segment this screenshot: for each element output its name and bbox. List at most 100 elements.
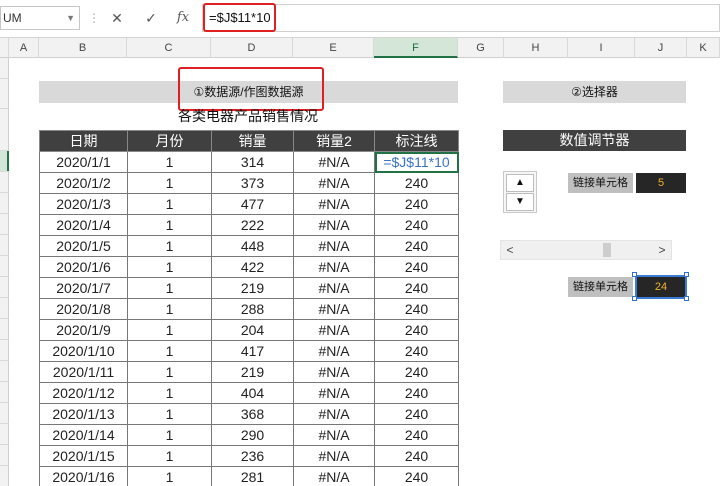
cell-sales2[interactable]: #N/A [293, 424, 375, 446]
cell-sales[interactable]: 204 [211, 319, 294, 341]
cell-sales[interactable]: 373 [211, 172, 294, 194]
cell-date[interactable]: 2020/1/10 [39, 340, 128, 362]
cell-sales2[interactable]: #N/A [293, 235, 375, 257]
column-header-b[interactable]: B [39, 38, 127, 58]
cell-month[interactable]: 1 [127, 235, 212, 257]
header-sales[interactable]: 销量 [211, 130, 294, 152]
cell-date[interactable]: 2020/1/12 [39, 382, 128, 404]
cell-marker-line[interactable]: 240 [374, 193, 459, 215]
cell-date[interactable]: 2020/1/1 [39, 151, 128, 173]
cell-sales[interactable]: 281 [211, 466, 294, 486]
scroll-thumb[interactable] [603, 243, 611, 257]
header-date[interactable]: 日期 [39, 130, 128, 152]
cell-sales[interactable]: 477 [211, 193, 294, 215]
cell-sales2[interactable]: #N/A [293, 319, 375, 341]
cell-sales2[interactable]: #N/A [293, 466, 375, 486]
cell-marker-line[interactable]: 240 [374, 424, 459, 446]
cell-marker-line[interactable]: 240 [374, 361, 459, 383]
cell-sales2[interactable]: #N/A [293, 151, 375, 173]
column-header-j[interactable]: J [635, 38, 687, 58]
cell-date[interactable]: 2020/1/2 [39, 172, 128, 194]
cell-marker-line[interactable]: 240 [374, 319, 459, 341]
spin-down-icon[interactable]: ▼ [506, 193, 534, 211]
cell-month[interactable]: 1 [127, 424, 212, 446]
header-sales2[interactable]: 销量2 [293, 130, 375, 152]
header-marker-line[interactable]: 标注线 [374, 130, 459, 152]
cell-sales2[interactable]: #N/A [293, 193, 375, 215]
column-header-c[interactable]: C [127, 38, 211, 58]
cell-sales[interactable]: 222 [211, 214, 294, 236]
column-header-h[interactable]: H [504, 38, 568, 58]
cell-month[interactable]: 1 [127, 319, 212, 341]
spin-button-control[interactable]: ▲ ▼ [503, 171, 537, 213]
column-header-e[interactable]: E [293, 38, 374, 58]
column-header-k[interactable]: K [687, 38, 720, 58]
cell-marker-line[interactable]: 240 [374, 466, 459, 486]
cell-date[interactable]: 2020/1/8 [39, 298, 128, 320]
cell-month[interactable]: 1 [127, 277, 212, 299]
insert-function-icon[interactable]: fx [172, 8, 194, 28]
link-cell-value-1[interactable]: 5 [636, 173, 686, 193]
cell-marker-line[interactable]: 240 [374, 256, 459, 278]
column-header-f[interactable]: F [374, 38, 458, 58]
chevron-down-icon[interactable]: ▼ [66, 7, 75, 29]
cell-marker-line[interactable]: 240 [374, 403, 459, 425]
cell-sales[interactable]: 314 [211, 151, 294, 173]
column-header-g[interactable]: G [458, 38, 504, 58]
resize-handle[interactable] [684, 272, 689, 277]
row-header-gutter[interactable] [0, 58, 9, 486]
cell-sales[interactable]: 236 [211, 445, 294, 467]
cell-month[interactable]: 1 [127, 361, 212, 383]
cell-marker-line[interactable]: 240 [374, 340, 459, 362]
column-header-i[interactable]: I [568, 38, 635, 58]
cell-sales[interactable]: 219 [211, 361, 294, 383]
cell-month[interactable]: 1 [127, 445, 212, 467]
resize-handle[interactable] [684, 296, 689, 301]
cell-month[interactable]: 1 [127, 172, 212, 194]
scrollbar-control[interactable]: < > [500, 240, 672, 260]
cell-marker-line[interactable]: 240 [374, 277, 459, 299]
cancel-icon[interactable]: ✕ [106, 8, 128, 28]
cell-date[interactable]: 2020/1/14 [39, 424, 128, 446]
cell-date[interactable]: 2020/1/3 [39, 193, 128, 215]
cell-sales2[interactable]: #N/A [293, 277, 375, 299]
column-header-a[interactable]: A [9, 38, 39, 58]
check-icon[interactable]: ✓ [140, 8, 162, 28]
cell-sales[interactable]: 219 [211, 277, 294, 299]
scroll-right-icon[interactable]: > [655, 241, 669, 259]
cell-month[interactable]: 1 [127, 214, 212, 236]
resize-handle[interactable] [632, 272, 637, 277]
cell-sales[interactable]: 368 [211, 403, 294, 425]
cell-sales2[interactable]: #N/A [293, 403, 375, 425]
cell-date[interactable]: 2020/1/4 [39, 214, 128, 236]
cell-date[interactable]: 2020/1/7 [39, 277, 128, 299]
cell-month[interactable]: 1 [127, 193, 212, 215]
cell-month[interactable]: 1 [127, 298, 212, 320]
cell-marker-line[interactable]: 240 [374, 235, 459, 257]
cell-sales2[interactable]: #N/A [293, 298, 375, 320]
cell-marker-line[interactable]: 240 [374, 445, 459, 467]
cell-date[interactable]: 2020/1/5 [39, 235, 128, 257]
cell-marker-line[interactable]: =$J$11*10 [374, 151, 459, 173]
cell-date[interactable]: 2020/1/11 [39, 361, 128, 383]
cell-date[interactable]: 2020/1/6 [39, 256, 128, 278]
cell-sales2[interactable]: #N/A [293, 361, 375, 383]
cell-sales[interactable]: 404 [211, 382, 294, 404]
cell-month[interactable]: 1 [127, 256, 212, 278]
cell-date[interactable]: 2020/1/9 [39, 319, 128, 341]
cell-sales[interactable]: 417 [211, 340, 294, 362]
cell-sales[interactable]: 288 [211, 298, 294, 320]
cell-marker-line[interactable]: 240 [374, 214, 459, 236]
cell-marker-line[interactable]: 240 [374, 298, 459, 320]
cell-sales2[interactable]: #N/A [293, 214, 375, 236]
cell-sales2[interactable]: #N/A [293, 382, 375, 404]
row-header-selected[interactable] [0, 150, 9, 171]
name-box[interactable]: UM ▼ [0, 6, 80, 30]
cell-month[interactable]: 1 [127, 340, 212, 362]
cell-marker-line[interactable]: 240 [374, 382, 459, 404]
cell-sales2[interactable]: #N/A [293, 445, 375, 467]
cell-sales2[interactable]: #N/A [293, 172, 375, 194]
cell-month[interactable]: 1 [127, 403, 212, 425]
cell-month[interactable]: 1 [127, 466, 212, 486]
cell-month[interactable]: 1 [127, 382, 212, 404]
